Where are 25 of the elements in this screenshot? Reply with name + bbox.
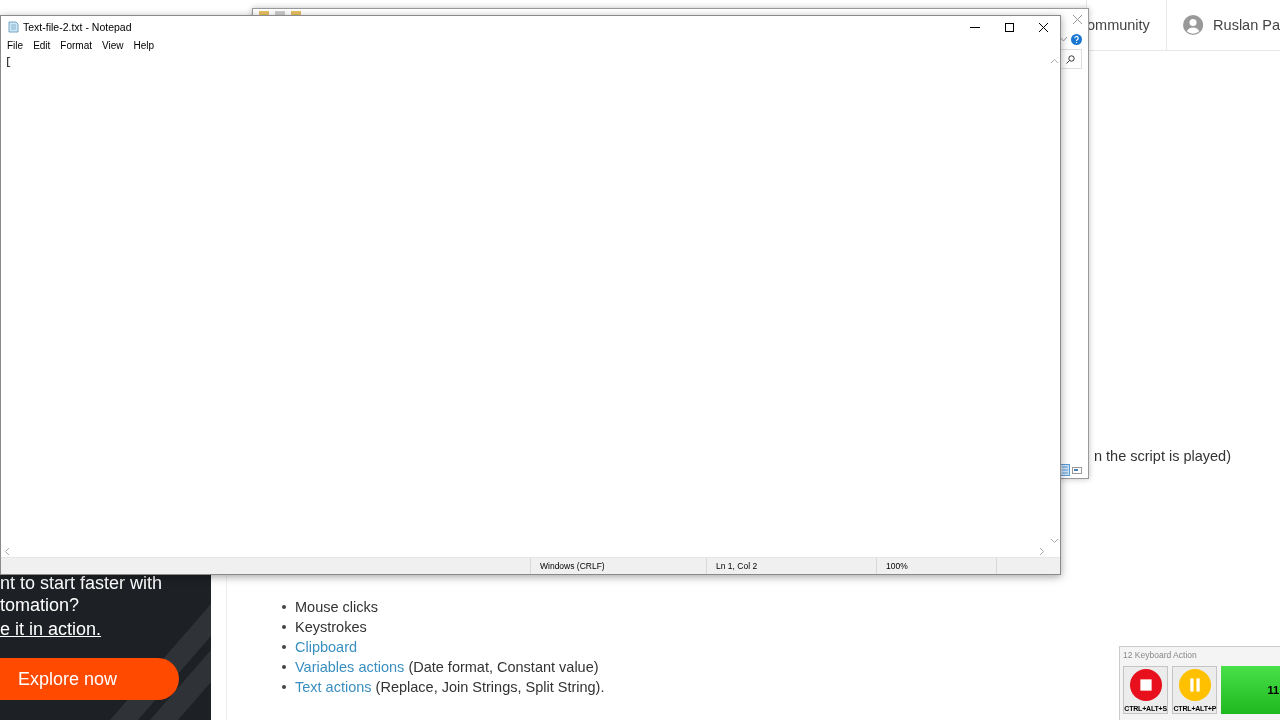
menu-item[interactable]: Edit xyxy=(28,40,56,51)
menu-item[interactable]: View xyxy=(97,40,129,51)
promo-text: tomation? xyxy=(0,593,80,617)
status-text: Ln 1, Col 2 xyxy=(706,558,876,574)
doc-link[interactable]: Clipboard xyxy=(295,639,358,655)
menu-item[interactable]: Help xyxy=(128,40,160,51)
list-item: Variables actions (Date format, Constant value) xyxy=(295,659,599,675)
doc-link[interactable]: Text actions xyxy=(295,679,372,695)
list-item: Mouse clicks xyxy=(295,599,378,615)
promo-text: nt to start faster with xyxy=(0,574,163,595)
window-title: Text-file-2.txt - Notepad xyxy=(23,21,133,33)
doc-link[interactable]: Variables actions xyxy=(295,659,405,675)
menu-item[interactable]: File xyxy=(2,40,29,51)
text-editor[interactable]: [ xyxy=(1,53,1049,545)
status-text: 100% xyxy=(876,558,996,574)
status-text: Windows (CRLF) xyxy=(530,558,706,574)
counter-text: 11 xyxy=(1267,684,1280,696)
list-item: Keystrokes xyxy=(295,619,367,635)
menu-item[interactable]: Format xyxy=(55,40,98,51)
nav-link[interactable]: ommunity xyxy=(1087,17,1166,33)
promo-link[interactable]: e it in action. xyxy=(0,617,102,641)
paragraph-text: n the script is played) xyxy=(1093,448,1232,464)
panel-title: 12 Keyboard Action xyxy=(1122,649,1198,662)
user-name[interactable]: Ruslan Pa xyxy=(1213,17,1280,33)
list-item: Text actions (Replace, Join Strings, Split String). xyxy=(295,679,605,695)
